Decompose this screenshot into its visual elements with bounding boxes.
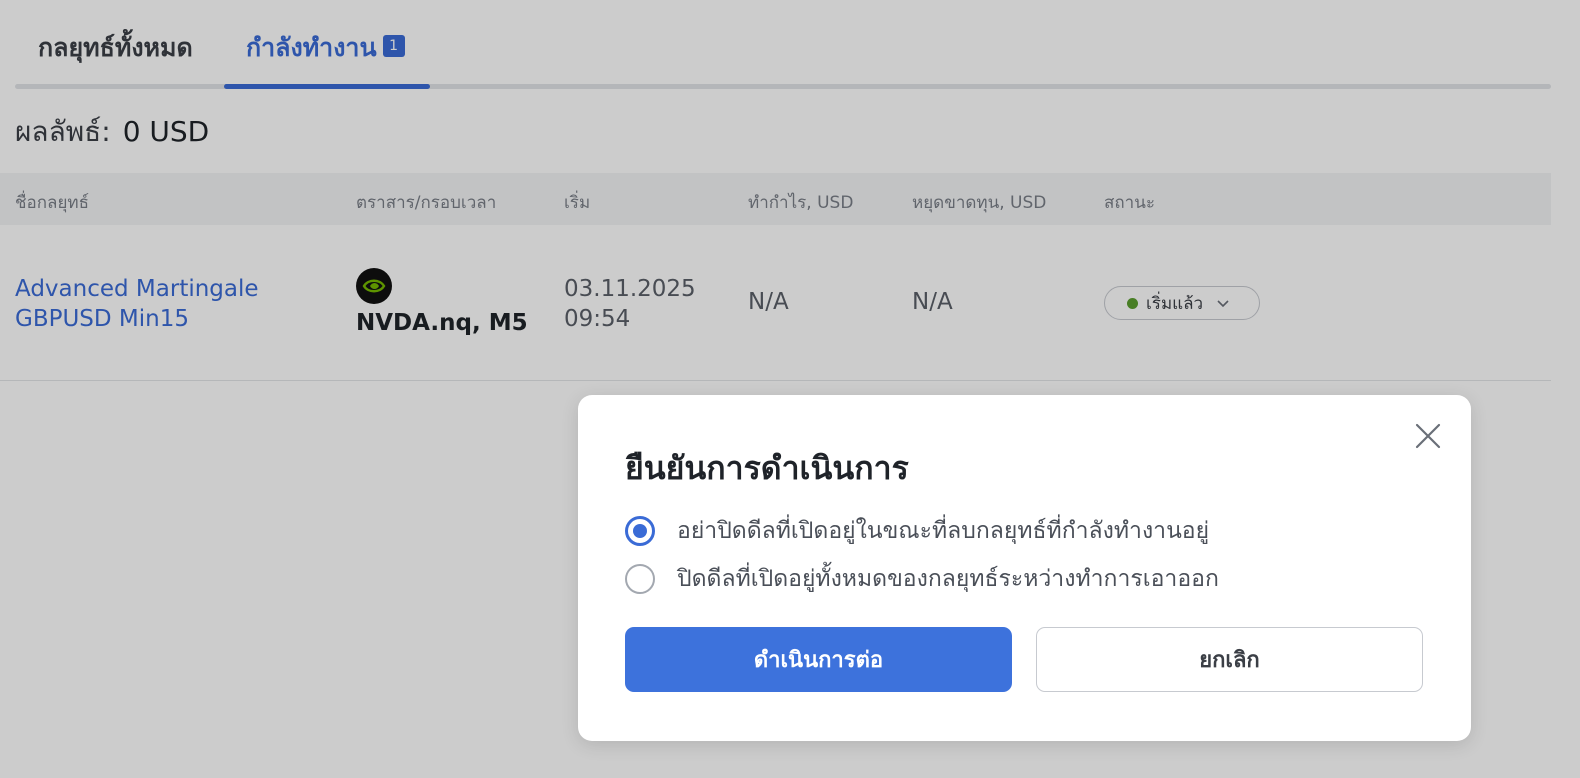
cancel-button[interactable]: ยกเลิก	[1036, 627, 1423, 692]
close-icon[interactable]	[1413, 421, 1443, 451]
confirm-dialog: ยืนยันการดำเนินการ อย่าปิดดีลที่เปิดอยู่…	[578, 395, 1471, 741]
option-keep-deals[interactable]: อย่าปิดดีลที่เปิดอยู่ในขณะที่ลบกลยุทธ์ที…	[625, 513, 1209, 549]
radio-keep-deals[interactable]	[625, 516, 655, 546]
option-close-deals[interactable]: ปิดดีลที่เปิดอยู่ทั้งหมดของกลยุทธ์ระหว่า…	[625, 561, 1219, 597]
option-keep-deals-label: อย่าปิดดีลที่เปิดอยู่ในขณะที่ลบกลยุทธ์ที…	[677, 518, 1210, 544]
dialog-title: ยืนยันการดำเนินการ	[625, 449, 909, 487]
option-close-deals-label: ปิดดีลที่เปิดอยู่ทั้งหมดของกลยุทธ์ระหว่า…	[677, 566, 1219, 592]
strategies-page: กลยุทธ์ทั้งหมด กำลังทำงาน 1 ผลลัพธ์: 0 USD…	[0, 0, 1580, 778]
continue-button[interactable]: ดำเนินการต่อ	[625, 627, 1012, 692]
radio-close-deals[interactable]	[625, 564, 655, 594]
